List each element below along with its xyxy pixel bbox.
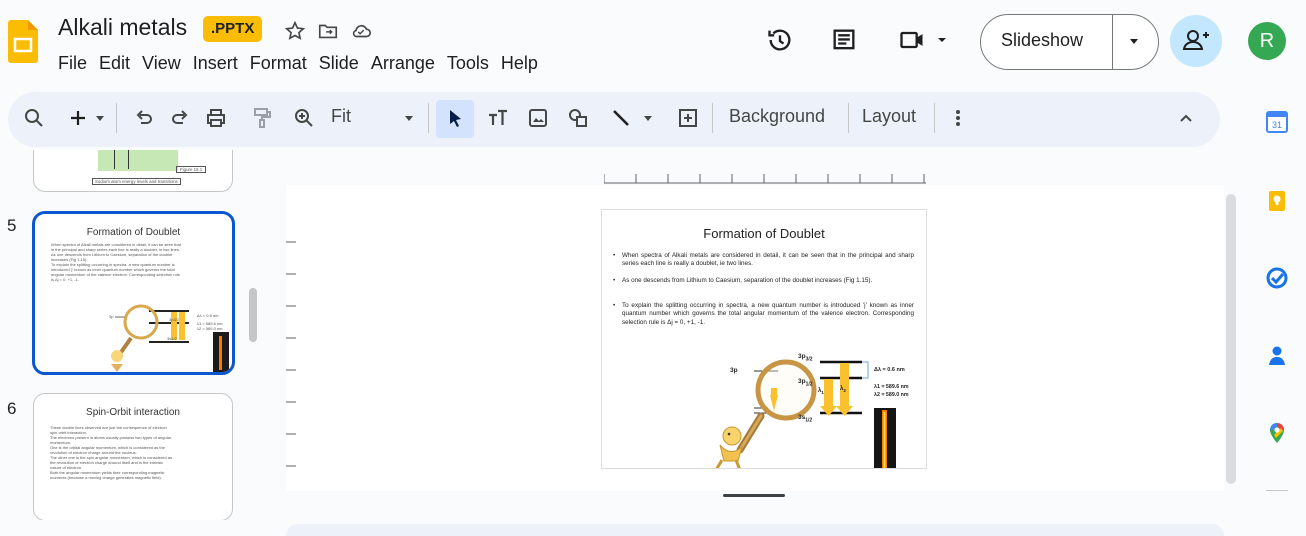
share-button[interactable] (1170, 15, 1222, 67)
label-3p: 3p (730, 367, 738, 374)
menu-format[interactable]: Format (250, 53, 317, 74)
zoom-icon[interactable] (292, 106, 316, 130)
slideshow-label[interactable]: Slideshow (1001, 30, 1083, 51)
more-options-icon[interactable] (946, 106, 970, 130)
meet-dropdown-icon[interactable] (936, 36, 948, 44)
file-extension-badge: .PPTX (203, 16, 263, 42)
keep-icon[interactable] (1266, 190, 1288, 212)
menu-file[interactable]: File (58, 53, 97, 74)
thumbnail-body: These double lines observed are just the… (50, 425, 173, 480)
menu-bar: File Edit View Insert Format Slide Arran… (58, 53, 550, 74)
document-title[interactable]: Alkali metals (58, 14, 187, 41)
thumbnail-green-box (98, 150, 178, 171)
menu-arrange[interactable]: Arrange (371, 53, 445, 74)
ruler[interactable] (604, 168, 926, 184)
label-wavelength-1: λ1 = 589.6 nm (874, 384, 909, 390)
slide-bullet-3[interactable]: To explain the splitting occurring in sp… (613, 302, 914, 327)
zoom-level-label[interactable]: Fit (331, 106, 351, 127)
toolbar-divider (116, 103, 117, 133)
new-slide-icon[interactable] (66, 106, 90, 130)
slideshow-divider (1112, 14, 1113, 70)
slide-thumbnail-6[interactable]: Spin-Orbit interaction These double line… (33, 393, 233, 520)
label-delta-lambda: Δλ = 0.6 nm (874, 367, 905, 373)
tasks-icon[interactable] (1266, 267, 1288, 289)
thumbnail-line (114, 150, 115, 169)
paint-format-icon[interactable] (250, 106, 274, 130)
background-button[interactable]: Background (729, 106, 825, 127)
maps-icon[interactable] (1266, 422, 1288, 444)
search-menus-icon[interactable] (22, 106, 46, 130)
comments-icon[interactable] (830, 26, 858, 54)
move-folder-icon[interactable] (317, 20, 339, 42)
print-icon[interactable] (204, 106, 228, 130)
thumbnail-title: Formation of Doublet (86, 227, 181, 238)
label-lambda-1: λ1 (818, 388, 824, 396)
add-person-icon (1182, 30, 1209, 50)
version-history-icon[interactable] (766, 26, 794, 54)
add-comment-icon[interactable] (676, 106, 700, 130)
slide-filmstrip: Sodium atom energy levels and transition… (0, 150, 262, 520)
thumbnail-label: λ2 = 589.0 nm (197, 326, 223, 331)
zoom-dropdown-icon[interactable] (402, 106, 416, 130)
label-3p-1-2: 3p1/2 (798, 378, 813, 388)
select-cursor-icon[interactable] (443, 106, 467, 130)
menu-insert[interactable]: Insert (193, 53, 248, 74)
redo-icon[interactable] (168, 106, 192, 130)
menu-tools[interactable]: Tools (447, 53, 499, 74)
menu-help[interactable]: Help (501, 53, 548, 74)
calendar-icon[interactable]: 31 (1266, 111, 1288, 133)
toolbar-divider (428, 103, 429, 133)
label-3p-3-2: 3p3/2 (798, 353, 813, 363)
canvas-scrollbar[interactable] (1226, 194, 1236, 484)
cloud-saved-icon[interactable] (350, 20, 372, 42)
menu-edit[interactable]: Edit (99, 53, 140, 74)
line-dropdown-icon[interactable] (641, 106, 655, 130)
menu-slide[interactable]: Slide (319, 53, 369, 74)
thumbnail-figure-label: Figure 16.1 (176, 166, 207, 173)
thumbnail-caption: Sodium atom energy levels and transition… (92, 178, 181, 185)
label-3s-1-2: 3s1/2 (798, 414, 813, 424)
current-slide[interactable]: Formation of Doublet When spectra of Alk… (601, 209, 927, 469)
star-icon[interactable] (284, 20, 306, 42)
text-box-icon[interactable] (486, 106, 510, 130)
label-wavelength-2: λ2 = 589.0 nm (874, 392, 909, 398)
thumbnail-body: When spectra of Alkali metals are consid… (51, 242, 181, 282)
undo-icon[interactable] (132, 106, 156, 130)
menu-view[interactable]: View (142, 53, 191, 74)
toolbar-divider (712, 103, 713, 133)
toolbar-divider (934, 103, 935, 133)
thumbnail-title: Spin-Orbit interaction (86, 407, 180, 418)
thumbnail-line (128, 150, 129, 169)
toolbar-divider (848, 103, 849, 133)
thumbnail-label: 3s1/2 (167, 336, 177, 341)
account-avatar[interactable]: R (1248, 22, 1286, 60)
insert-image-icon[interactable] (526, 106, 550, 130)
slide-thumbnail-4[interactable]: Sodium atom energy levels and transition… (33, 150, 233, 192)
thumbnail-label: 3p3/2 (169, 317, 180, 322)
speaker-notes-panel[interactable] (286, 524, 1224, 536)
collapse-menus-icon[interactable] (1174, 106, 1198, 130)
slide-number-5: 5 (7, 216, 17, 235)
thumbnail-label: Δλ = 0.6 nm (197, 313, 219, 318)
slides-logo-icon[interactable] (8, 20, 38, 64)
slideshow-dropdown-icon[interactable] (1128, 38, 1140, 46)
thumbnail-label: 3p (109, 314, 114, 319)
side-panel-divider (1266, 490, 1288, 491)
slide-bullet-2[interactable]: As one descends from Lithium to Caesium,… (613, 277, 914, 286)
slide-thumbnail-5-selected[interactable]: Formation of Doublet When spectra of Alk… (32, 211, 235, 375)
new-slide-dropdown-icon[interactable] (93, 106, 107, 130)
contacts-icon[interactable] (1266, 344, 1288, 366)
shape-icon[interactable] (566, 106, 590, 130)
vertical-ruler (286, 240, 296, 480)
svg-text:31: 31 (1272, 120, 1282, 130)
layout-button[interactable]: Layout (862, 106, 916, 127)
filmstrip-scrollbar[interactable] (249, 288, 257, 342)
meet-camera-icon[interactable] (898, 26, 926, 54)
label-lambda-2: λ2 (840, 386, 846, 394)
slide-number-6: 6 (7, 399, 17, 418)
line-icon[interactable] (609, 106, 633, 130)
slide-bullet-1[interactable]: When spectra of Alkali metals are consid… (613, 252, 914, 269)
notes-resize-handle[interactable] (723, 494, 785, 497)
slide-title[interactable]: Formation of Doublet (602, 226, 926, 241)
